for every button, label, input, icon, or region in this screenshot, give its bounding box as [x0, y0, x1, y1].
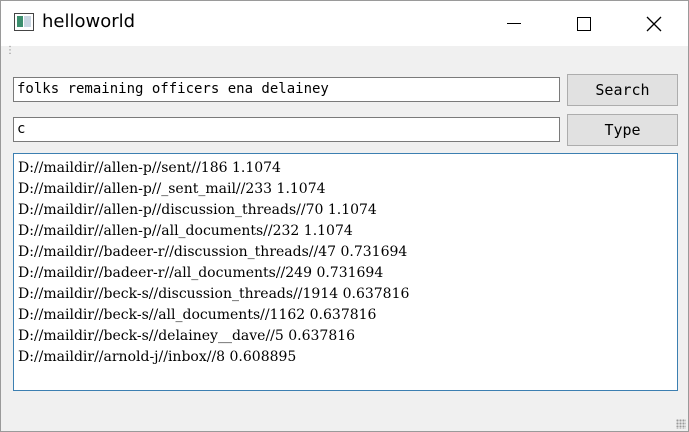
result-item[interactable]: D://maildir//beck-s//delainey__dave//5 0…: [18, 326, 673, 347]
result-item[interactable]: D://maildir//allen-p//all_documents//232…: [18, 221, 673, 242]
close-icon: [646, 16, 662, 31]
maximize-button[interactable]: [561, 1, 607, 46]
result-item[interactable]: D://maildir//beck-s//discussion_threads/…: [18, 284, 673, 305]
close-button[interactable]: [631, 1, 677, 46]
window-title: helloworld: [42, 11, 136, 32]
result-item[interactable]: D://maildir//arnold-j//inbox//8 0.608895: [18, 347, 673, 368]
title-bar[interactable]: helloworld: [1, 1, 688, 46]
result-item[interactable]: D://maildir//allen-p//sent//186 1.1074: [18, 158, 673, 179]
toolbar-grip-icon[interactable]: ⋮: [5, 46, 15, 56]
result-item[interactable]: D://maildir//badeer-r//discussion_thread…: [18, 242, 673, 263]
resize-grip-icon[interactable]: [676, 419, 686, 429]
result-item[interactable]: D://maildir//beck-s//all_documents//1162…: [18, 305, 673, 326]
result-item[interactable]: D://maildir//allen-p//_sent_mail//233 1.…: [18, 179, 673, 200]
result-item[interactable]: D://maildir//badeer-r//all_documents//24…: [18, 263, 673, 284]
minimize-icon: [507, 23, 521, 24]
type-input[interactable]: c: [13, 117, 560, 142]
search-button[interactable]: Search: [567, 74, 678, 106]
maximize-icon: [577, 16, 591, 31]
results-list[interactable]: D://maildir//allen-p//sent//186 1.1074 D…: [13, 153, 678, 391]
result-item[interactable]: D://maildir//allen-p//discussion_threads…: [18, 200, 673, 221]
app-window: helloworld ⋮ folks remaining officers en…: [0, 0, 689, 432]
minimize-button[interactable]: [491, 1, 537, 46]
app-icon: [14, 13, 34, 31]
search-input[interactable]: folks remaining officers ena delainey: [13, 77, 560, 102]
type-button[interactable]: Type: [567, 114, 678, 146]
